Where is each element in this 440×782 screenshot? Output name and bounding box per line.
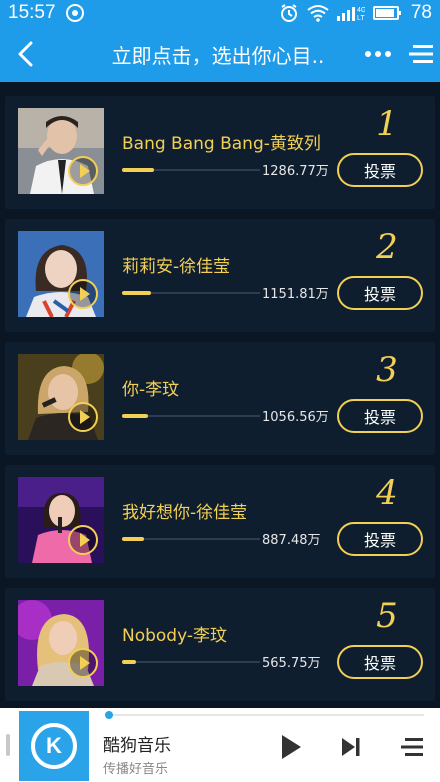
- vote-button[interactable]: 投票: [337, 522, 423, 556]
- vote-button[interactable]: 投票: [337, 645, 423, 679]
- rank-number: 1: [376, 104, 398, 144]
- more-button[interactable]: [356, 26, 400, 82]
- battery-icon: [372, 6, 401, 20]
- header-bar: 立即点击，选出你心目..: [0, 26, 440, 82]
- player-slogan: 传播好音乐: [103, 762, 169, 777]
- chart-item: Nobody-李玟 565.75万 5 投票: [5, 588, 435, 701]
- menu-lines-icon: [409, 45, 433, 63]
- wifi-icon: [307, 4, 329, 22]
- chart-item: Bang Bang Bang-黄致列 1286.77万 1 投票: [5, 96, 435, 209]
- vote-button[interactable]: 投票: [337, 399, 423, 433]
- playback-progress-bar[interactable]: [106, 714, 424, 716]
- next-track-button[interactable]: [336, 732, 366, 762]
- page-title: 立即点击，选出你心目..: [111, 43, 325, 68]
- playlist-icon: [401, 738, 423, 756]
- status-icons: 4GLTE 78: [279, 2, 432, 24]
- vote-count: 887.48万: [262, 533, 321, 548]
- artist-photo[interactable]: [18, 108, 104, 194]
- artist-photo[interactable]: [18, 477, 104, 563]
- play-preview-button[interactable]: [68, 156, 98, 186]
- player-app-name: 酷狗音乐: [103, 736, 171, 756]
- artist-photo[interactable]: [18, 231, 104, 317]
- signal-4g-icon: 4GLTE: [336, 4, 365, 22]
- play-button[interactable]: [276, 732, 306, 762]
- chart-item: 你-李玟 1056.56万 3 投票: [5, 342, 435, 455]
- more-dots-icon: [365, 51, 391, 57]
- vote-progress-bar: [122, 660, 260, 664]
- svg-text:4G: 4G: [357, 7, 365, 14]
- artist-photo[interactable]: [18, 600, 104, 686]
- menu-button[interactable]: [400, 26, 440, 82]
- back-button[interactable]: [0, 26, 52, 82]
- vote-progress-fill: [122, 537, 145, 541]
- play-icon: [282, 735, 301, 759]
- play-preview-button[interactable]: [68, 402, 98, 432]
- vote-progress-fill: [122, 291, 151, 295]
- chart-item: 我好想你-徐佳莹 887.48万 4 投票: [5, 465, 435, 578]
- chart-item: 莉莉安-徐佳莹 1151.81万 2 投票: [5, 219, 435, 332]
- song-title: 莉莉安-徐佳莹: [122, 257, 231, 277]
- next-track-icon: [342, 738, 360, 756]
- song-title: Bang Bang Bang-黄致列: [122, 134, 321, 154]
- vote-progress-fill: [122, 168, 154, 172]
- artist-photo[interactable]: [18, 354, 104, 440]
- alarm-icon: [279, 3, 299, 23]
- vote-count: 1286.77万: [262, 164, 329, 179]
- vote-button[interactable]: 投票: [337, 153, 423, 187]
- status-time: 15:57: [8, 2, 56, 23]
- status-bar: 15:57 4GLTE 78: [0, 0, 440, 26]
- song-title: 我好想你-徐佳莹: [122, 503, 248, 523]
- song-title: Nobody-李玟: [122, 626, 227, 646]
- vote-progress-fill: [122, 660, 136, 664]
- play-preview-button[interactable]: [68, 648, 98, 678]
- vote-count: 1151.81万: [262, 287, 329, 302]
- vote-count: 565.75万: [262, 656, 321, 671]
- kugou-logo-icon[interactable]: K: [19, 711, 89, 781]
- rank-number: 3: [376, 350, 398, 390]
- song-title: 你-李玟: [122, 380, 180, 400]
- vote-progress-bar: [122, 537, 260, 541]
- logo-k-mark: K: [31, 723, 77, 769]
- back-arrow-icon: [18, 41, 33, 67]
- play-preview-button[interactable]: [68, 525, 98, 555]
- rank-number: 5: [376, 596, 398, 636]
- vote-progress-bar: [122, 168, 260, 172]
- rank-number: 4: [376, 473, 398, 513]
- playlist-button[interactable]: [396, 732, 426, 762]
- mini-player[interactable]: K 酷狗音乐 传播好音乐: [0, 708, 440, 782]
- drag-handle[interactable]: [6, 734, 10, 756]
- chart-list[interactable]: Bang Bang Bang-黄致列 1286.77万 1 投票 莉莉安-徐佳莹…: [0, 82, 440, 708]
- play-preview-button[interactable]: [68, 279, 98, 309]
- svg-text:LTE: LTE: [357, 15, 365, 22]
- vote-count: 1056.56万: [262, 410, 329, 425]
- vote-progress-bar: [122, 291, 260, 295]
- rank-number: 2: [376, 227, 398, 267]
- vote-progress-bar: [122, 414, 260, 418]
- vote-progress-fill: [122, 414, 149, 418]
- vote-button[interactable]: 投票: [337, 276, 423, 310]
- battery-level: 78: [410, 2, 432, 23]
- playback-progress-thumb[interactable]: [105, 711, 113, 719]
- sync-icon: [65, 4, 84, 22]
